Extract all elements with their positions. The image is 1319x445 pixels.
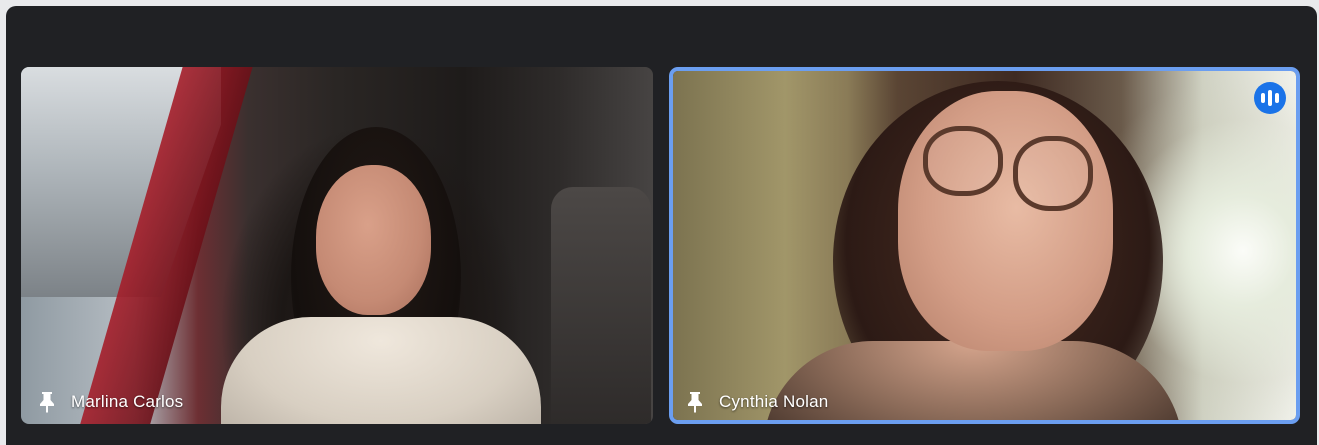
audio-level-icon	[1254, 82, 1286, 114]
video-subject	[898, 91, 1113, 351]
pin-icon[interactable]	[35, 390, 59, 414]
meeting-window: Marlina Carlos Cynthia Nolan	[6, 6, 1317, 445]
pin-icon[interactable]	[683, 390, 707, 414]
video-subject	[923, 126, 1003, 196]
participant-name-row: Cynthia Nolan	[673, 380, 842, 420]
participant-name: Marlina Carlos	[71, 392, 184, 411]
participant-video	[21, 67, 653, 424]
video-subject	[221, 317, 541, 424]
participant-name-row: Marlina Carlos	[21, 380, 197, 424]
video-background	[551, 187, 651, 424]
participant-video	[673, 71, 1296, 420]
video-subject	[316, 165, 431, 315]
participant-tile-cynthia-nolan[interactable]: Cynthia Nolan	[669, 67, 1300, 424]
video-subject	[1013, 136, 1093, 211]
participant-tile-marlina-carlos[interactable]: Marlina Carlos	[21, 67, 653, 424]
participant-name: Cynthia Nolan	[719, 392, 829, 411]
